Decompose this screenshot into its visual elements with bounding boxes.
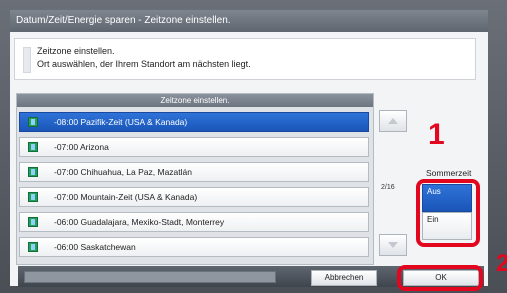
- chevron-up-icon: [388, 118, 398, 124]
- info-text: Zeitzone einstellen. Ort auswählen, der …: [37, 45, 251, 71]
- page-indicator: 2/16: [381, 184, 395, 191]
- info-box: Zeitzone einstellen. Ort auswählen, der …: [14, 38, 476, 80]
- window-title: Datum/Zeit/Energie sparen - Zeitzone ein…: [10, 10, 488, 32]
- scroll-up-button[interactable]: [379, 110, 407, 132]
- timezone-label: -07:00 Mountain-Zeit (USA & Kanada): [54, 192, 198, 202]
- timezone-list: Zeitzone einstellen. -08:00 Pazifik-Zeit…: [16, 93, 374, 265]
- globe-icon: [28, 167, 38, 177]
- info-icon: [23, 47, 31, 73]
- info-line-2: Ort auswählen, der Ihrem Standort am näc…: [37, 59, 251, 69]
- summer-time-highlight: [416, 179, 480, 247]
- ok-highlight: [397, 265, 483, 291]
- timezone-label: -08:00 Pazifik-Zeit (USA & Kanada): [54, 117, 188, 127]
- timezone-row[interactable]: -07:00 Arizona: [19, 137, 369, 157]
- globe-icon: [28, 117, 38, 127]
- timezone-row[interactable]: -06:00 Saskatchewan: [19, 237, 369, 257]
- list-scrollbar: 2/16: [375, 110, 409, 263]
- status-bar: [24, 271, 276, 283]
- timezone-row[interactable]: -08:00 Pazifik-Zeit (USA & Kanada): [19, 112, 369, 132]
- timezone-row[interactable]: -07:00 Chihuahua, La Paz, Mazatlán: [19, 162, 369, 182]
- cancel-button[interactable]: Abbrechen: [311, 270, 377, 286]
- timezone-label: -06:00 Saskatchewan: [54, 242, 136, 252]
- timezone-row[interactable]: -06:00 Guadalajara, Mexiko-Stadt, Monter…: [19, 212, 369, 232]
- timezone-label: -06:00 Guadalajara, Mexiko-Stadt, Monter…: [54, 217, 225, 227]
- globe-icon: [28, 217, 38, 227]
- callout-2: 2: [496, 250, 507, 277]
- info-line-1: Zeitzone einstellen.: [37, 46, 115, 56]
- globe-icon: [28, 142, 38, 152]
- timezone-label: -07:00 Arizona: [54, 142, 109, 152]
- list-header: Zeitzone einstellen.: [17, 94, 373, 107]
- scroll-down-button[interactable]: [379, 234, 407, 256]
- globe-icon: [28, 242, 38, 252]
- timezone-label: -07:00 Chihuahua, La Paz, Mazatlán: [54, 167, 192, 177]
- chevron-down-icon: [388, 242, 398, 248]
- callout-1: 1: [428, 118, 445, 151]
- summer-time-label: Sommerzeit: [426, 168, 472, 178]
- globe-icon: [28, 192, 38, 202]
- timezone-row[interactable]: -07:00 Mountain-Zeit (USA & Kanada): [19, 187, 369, 207]
